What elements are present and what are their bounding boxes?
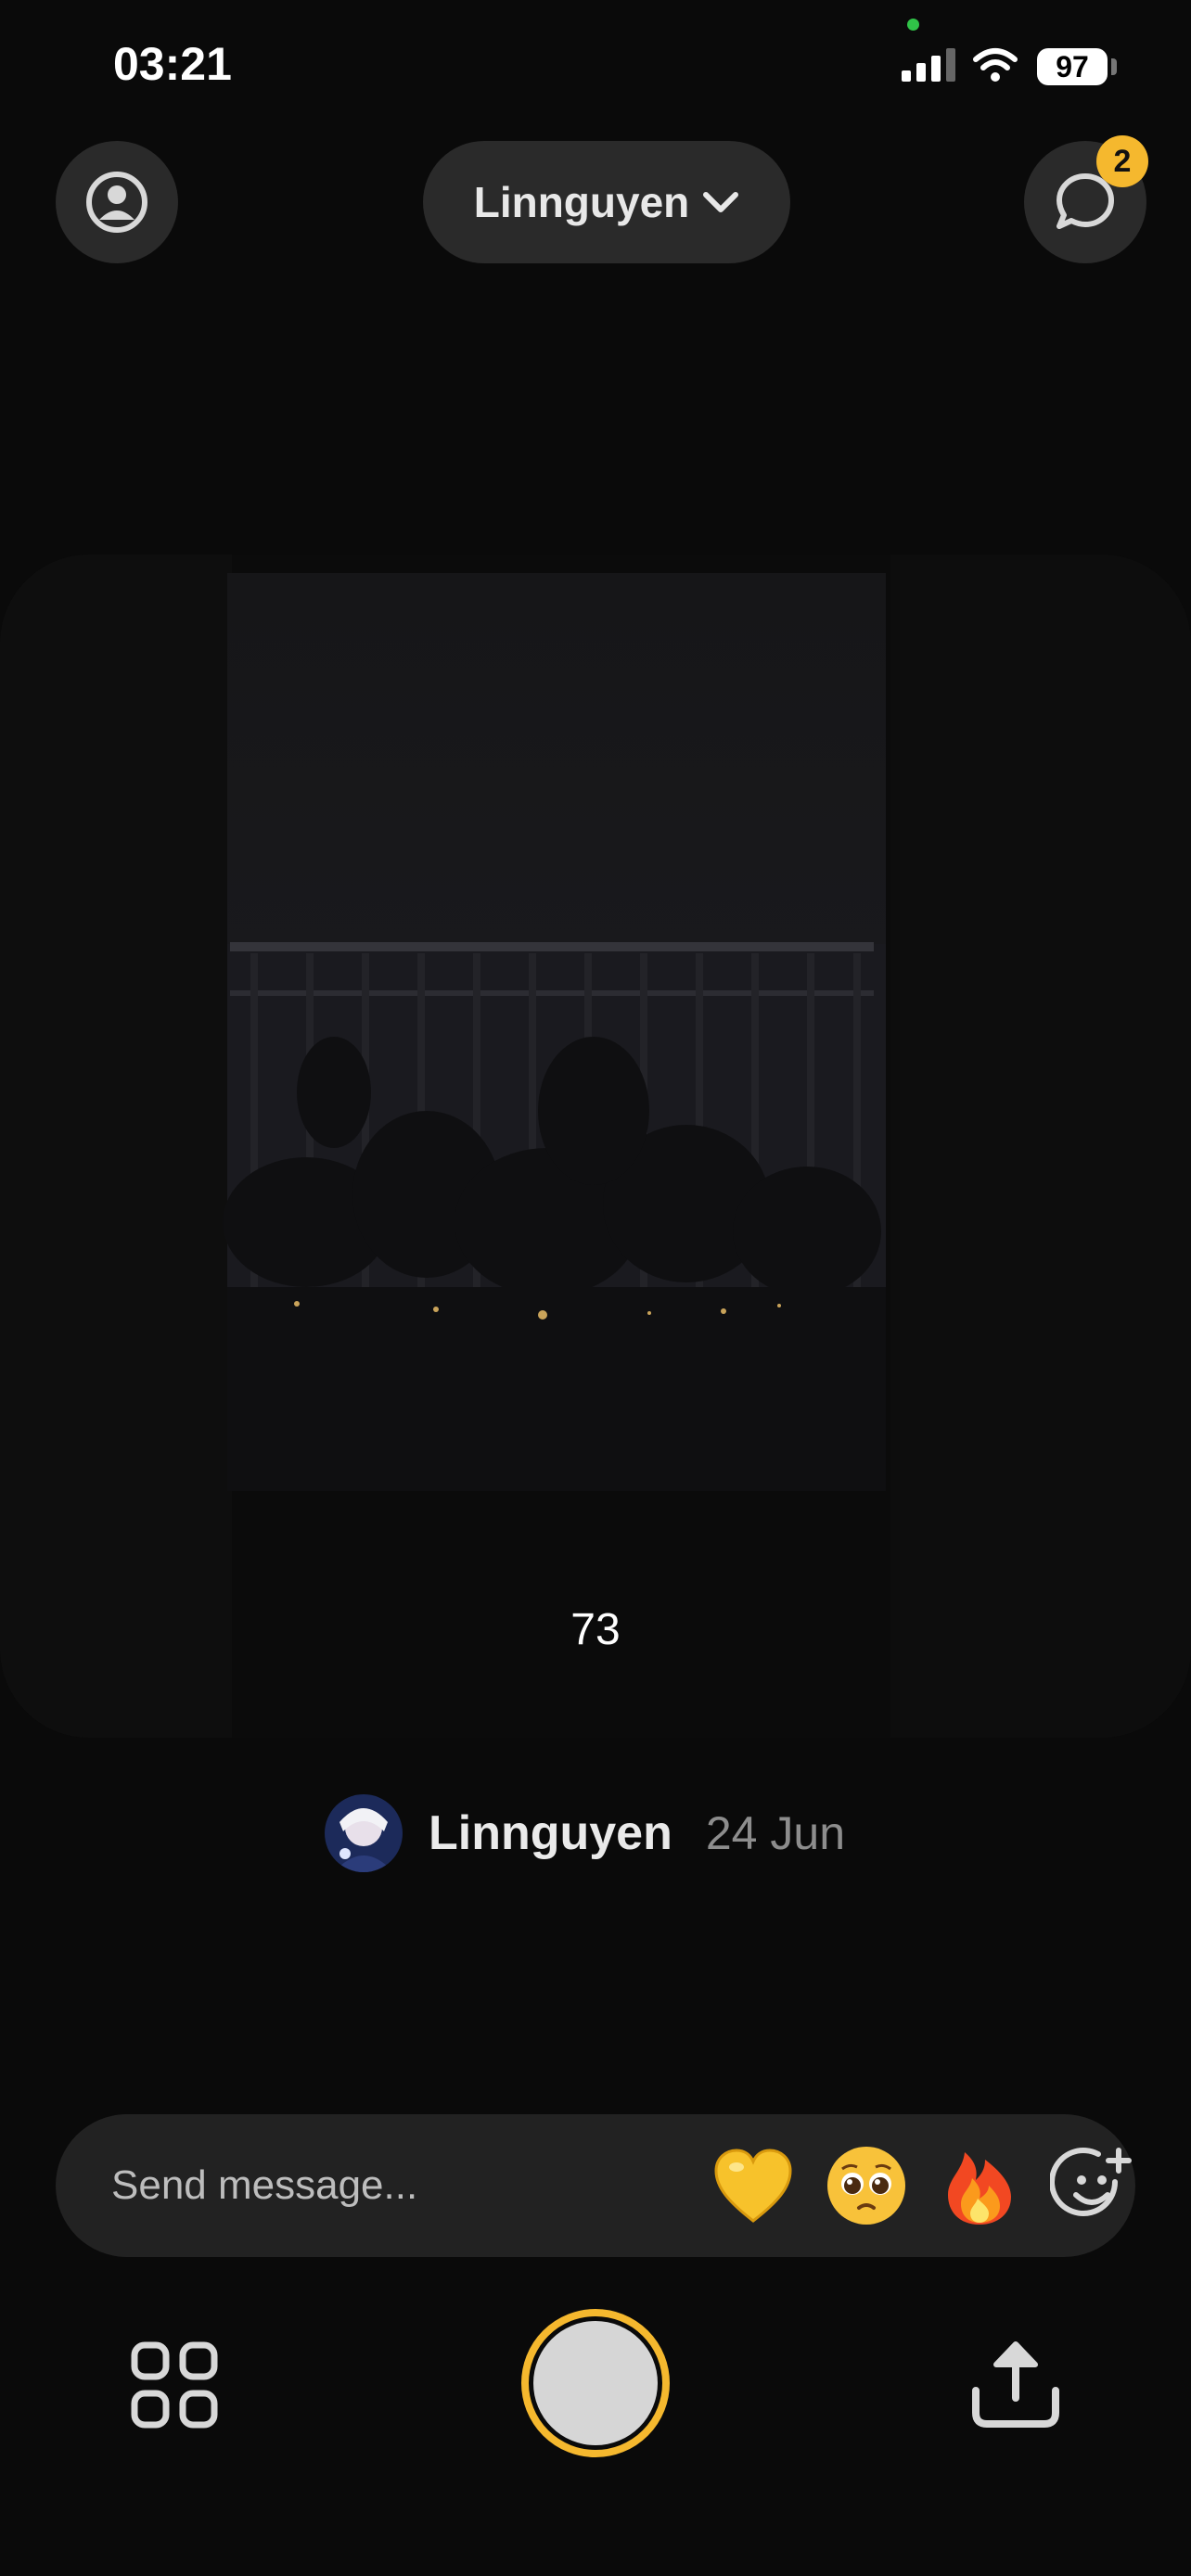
battery-indicator: 97 (1037, 48, 1108, 85)
message-input[interactable] (109, 2162, 642, 2210)
chat-badge: 2 (1096, 135, 1148, 187)
friend-selector-label: Linnguyen (473, 178, 690, 226)
photo-image (0, 555, 1191, 1738)
avatar-image (325, 1794, 403, 1872)
post-date: 24 Jun (705, 1807, 845, 1859)
share-icon[interactable] (970, 2337, 1061, 2429)
add-emoji-icon (1050, 2148, 1132, 2216)
add-reaction-button[interactable] (1050, 2141, 1135, 2230)
wifi-icon (973, 48, 1018, 82)
pleading-reaction-button[interactable] (824, 2141, 909, 2230)
privacy-indicator-dot (907, 19, 919, 31)
shutter-button[interactable] (521, 2309, 670, 2457)
status-time: 03:21 (113, 38, 232, 90)
post-author[interactable]: Linnguyen 24 Jun (325, 1793, 845, 1873)
profile-icon (86, 172, 147, 233)
photo-post[interactable]: 73 (0, 555, 1191, 1738)
message-bar (56, 2114, 1135, 2257)
friend-selector[interactable]: Linnguyen (423, 141, 790, 263)
shutter-inner (533, 2321, 658, 2445)
chevron-down-icon (703, 192, 739, 212)
avatar[interactable] (325, 1794, 403, 1872)
fire-emoji (948, 2152, 1011, 2225)
profile-button[interactable] (56, 141, 178, 263)
heart-reaction-button[interactable] (711, 2141, 796, 2230)
grid-icon[interactable] (130, 2340, 219, 2429)
fire-reaction-button[interactable] (937, 2141, 1022, 2230)
yellow-heart-emoji (714, 2149, 792, 2223)
pleading-face-emoji (827, 2147, 905, 2225)
battery-cap (1111, 58, 1117, 75)
author-name: Linnguyen (429, 1806, 672, 1860)
reaction-count: 73 (570, 1605, 621, 1654)
cellular-signal-icon (902, 48, 955, 82)
